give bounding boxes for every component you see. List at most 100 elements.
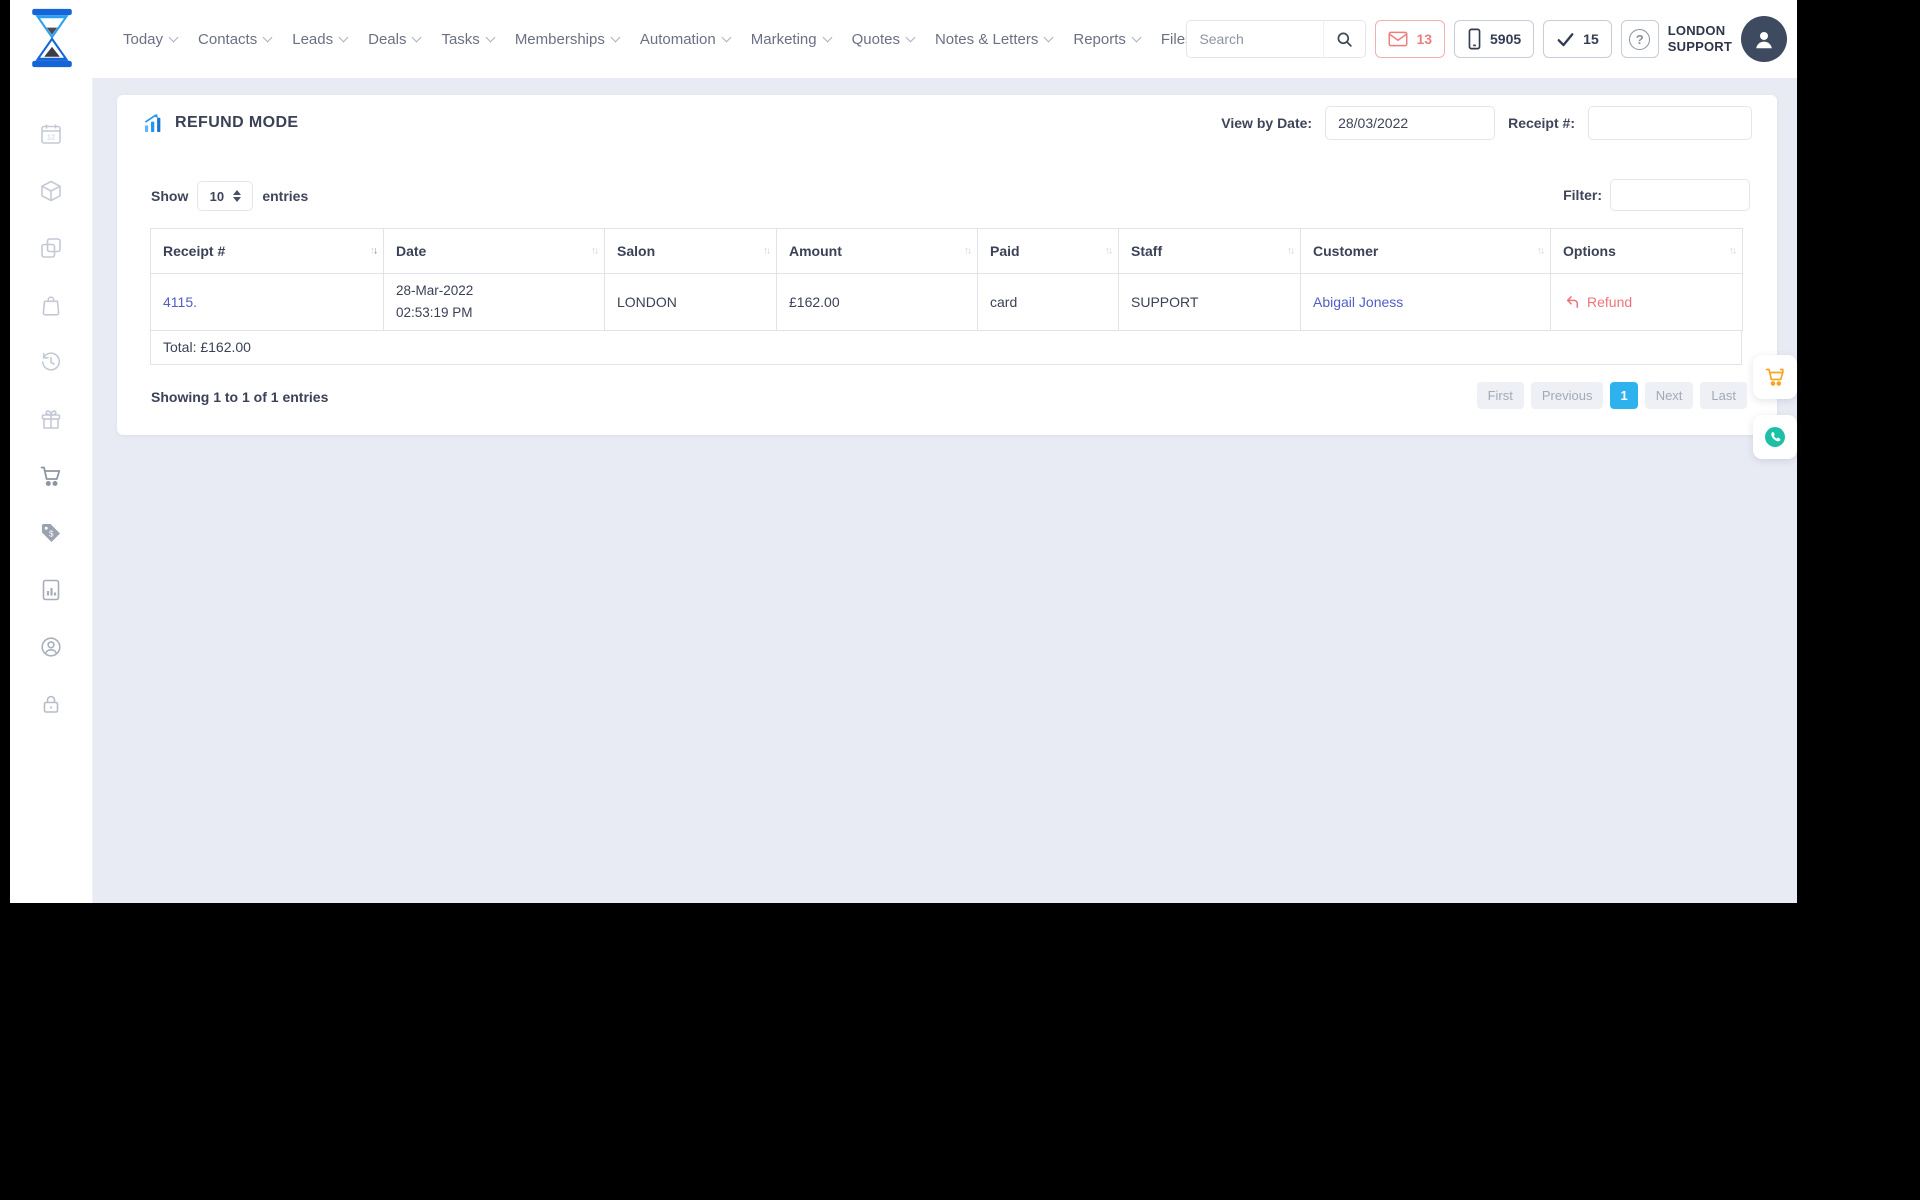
question-mark-icon: ?: [1629, 28, 1651, 50]
help-button[interactable]: ?: [1620, 20, 1659, 58]
sidebar: 12 $: [10, 78, 93, 903]
report-document-icon[interactable]: [39, 578, 63, 602]
total-row: Total: £162.00: [150, 331, 1742, 365]
pagination-previous-button[interactable]: Previous: [1530, 382, 1604, 409]
user-avatar[interactable]: [1741, 16, 1787, 62]
copy-icon[interactable]: [39, 236, 63, 260]
pagination-page-1-button[interactable]: 1: [1610, 382, 1638, 409]
chevron-down-icon: [1043, 32, 1054, 42]
cart-icon: [1765, 368, 1784, 386]
receipt-link[interactable]: 4115.: [163, 294, 197, 310]
column-header-customer[interactable]: Customer ↑↓: [1300, 228, 1551, 274]
nav-item-leads[interactable]: Leads: [292, 31, 349, 48]
nav-label: Reports: [1073, 30, 1126, 48]
column-header-options[interactable]: Options ↑↓: [1550, 228, 1743, 274]
chevron-down-icon: [610, 32, 621, 42]
chevron-down-icon: [485, 32, 496, 42]
column-header-paid[interactable]: Paid ↑↓: [977, 228, 1119, 274]
chevron-down-icon: [822, 32, 833, 42]
svg-text:$: $: [49, 530, 54, 539]
page-title-row: REFUND MODE: [143, 113, 299, 133]
nav-item-quotes[interactable]: Quotes: [852, 31, 916, 48]
chevron-down-icon: [905, 32, 916, 42]
receipt-number-input[interactable]: [1588, 106, 1752, 140]
cell-date: 28-Mar-2022 02:53:19 PM: [383, 273, 605, 331]
sort-icon: ↑↓: [964, 245, 972, 257]
phone-badge[interactable]: 5905: [1454, 20, 1535, 58]
gift-icon[interactable]: [39, 407, 63, 431]
date-input[interactable]: [1325, 106, 1496, 140]
nav-item-reports[interactable]: Reports: [1073, 30, 1142, 48]
cell-staff: SUPPORT: [1118, 273, 1301, 331]
pagination-next-button[interactable]: Next: [1644, 382, 1694, 409]
user-name: LONDON SUPPORT: [1668, 23, 1732, 56]
sort-icon: ↑↓: [591, 245, 599, 257]
chevron-down-icon: [338, 32, 349, 42]
view-by-date-label: View by Date:: [1221, 115, 1313, 131]
nav-label: Tasks: [441, 30, 480, 48]
lock-icon[interactable]: [39, 692, 63, 716]
page-title: REFUND MODE: [175, 114, 299, 131]
search-input[interactable]: [1187, 21, 1324, 57]
cart-icon[interactable]: [39, 464, 63, 488]
customer-link[interactable]: Abigail Joness: [1313, 294, 1403, 310]
whatsapp-phone-icon: [1765, 427, 1785, 447]
cell-receipt: 4115.: [150, 273, 384, 331]
content-area: REFUND MODE View by Date: Receipt #: Sho…: [93, 78, 1797, 903]
refund-action[interactable]: Refund: [1563, 294, 1730, 311]
phone-count: 5905: [1490, 31, 1522, 47]
search-icon: [1337, 32, 1353, 47]
cell-amount: £162.00: [776, 273, 978, 331]
history-icon[interactable]: [39, 350, 63, 374]
table-header-row: Receipt # ↑↓ Date ↑↓ Salon ↑↓ Amount ↑↓ Paid…: [150, 228, 1743, 274]
entries-label: entries: [262, 188, 309, 204]
column-header-receipt[interactable]: Receipt # ↑↓: [150, 228, 384, 274]
nav-item-tasks[interactable]: Tasks: [441, 30, 496, 48]
user-name-line2: SUPPORT: [1667, 39, 1732, 54]
nav-label: Today: [123, 30, 164, 48]
pagination-first-button[interactable]: First: [1476, 382, 1524, 409]
nav-item-memberships[interactable]: Memberships: [515, 31, 621, 48]
page-size-select[interactable]: 10: [197, 181, 254, 211]
refund-card: REFUND MODE View by Date: Receipt #: Sho…: [117, 95, 1777, 435]
products-cube-icon[interactable]: [39, 179, 63, 203]
search-button[interactable]: [1323, 21, 1366, 57]
filter-control: Filter:: [1563, 179, 1750, 211]
cart-fab-button[interactable]: [1753, 355, 1797, 399]
whatsapp-fab-button[interactable]: [1753, 415, 1797, 459]
nav-item-today[interactable]: Today: [123, 30, 179, 48]
sort-icon: ↑↓: [1287, 245, 1295, 257]
calendar-icon[interactable]: 12: [39, 122, 63, 146]
tasks-badge[interactable]: 15: [1543, 20, 1612, 58]
hourglass-logo-icon[interactable]: [27, 7, 77, 69]
nav-label: Marketing: [750, 30, 817, 48]
pagination: First Previous 1 Next Last: [1476, 382, 1747, 409]
topbar: Today Contacts Leads Deals Tasks Members…: [10, 0, 1797, 78]
column-header-salon[interactable]: Salon ↑↓: [604, 228, 777, 274]
account-icon[interactable]: [39, 635, 63, 659]
table-row: 4115. 28-Mar-2022 02:53:19 PM LONDON £16…: [150, 273, 1743, 331]
column-header-staff[interactable]: Staff ↑↓: [1118, 228, 1301, 274]
cell-customer: Abigail Joness: [1300, 273, 1551, 331]
messages-badge[interactable]: 13: [1375, 20, 1446, 58]
column-header-amount[interactable]: Amount ↑↓: [776, 228, 978, 274]
pagination-last-button[interactable]: Last: [1700, 382, 1747, 409]
sort-icon: ↑↓: [1105, 245, 1113, 257]
nav-item-notes-letters[interactable]: Notes & Letters: [935, 31, 1054, 48]
price-tag-icon[interactable]: $: [39, 521, 63, 545]
column-header-date[interactable]: Date ↑↓: [383, 228, 605, 274]
shopping-bag-icon[interactable]: [39, 293, 63, 317]
nav-item-contacts[interactable]: Contacts: [198, 31, 273, 48]
filter-input[interactable]: [1610, 179, 1750, 211]
nav-item-marketing[interactable]: Marketing: [750, 30, 833, 48]
cell-salon: LONDON: [604, 273, 777, 331]
svg-text:12: 12: [47, 133, 55, 142]
chevron-down-icon: [168, 32, 179, 42]
chevron-down-icon: [262, 32, 273, 42]
sort-icon: ↑↓: [1537, 245, 1545, 257]
nav-item-automation[interactable]: Automation: [640, 31, 732, 48]
nav-item-deals[interactable]: Deals: [368, 31, 422, 48]
cell-options: Refund: [1550, 273, 1743, 331]
envelope-icon: [1388, 31, 1408, 47]
refunds-table-wrap: Receipt # ↑↓ Date ↑↓ Salon ↑↓ Amount ↑↓ Paid…: [150, 228, 1743, 365]
